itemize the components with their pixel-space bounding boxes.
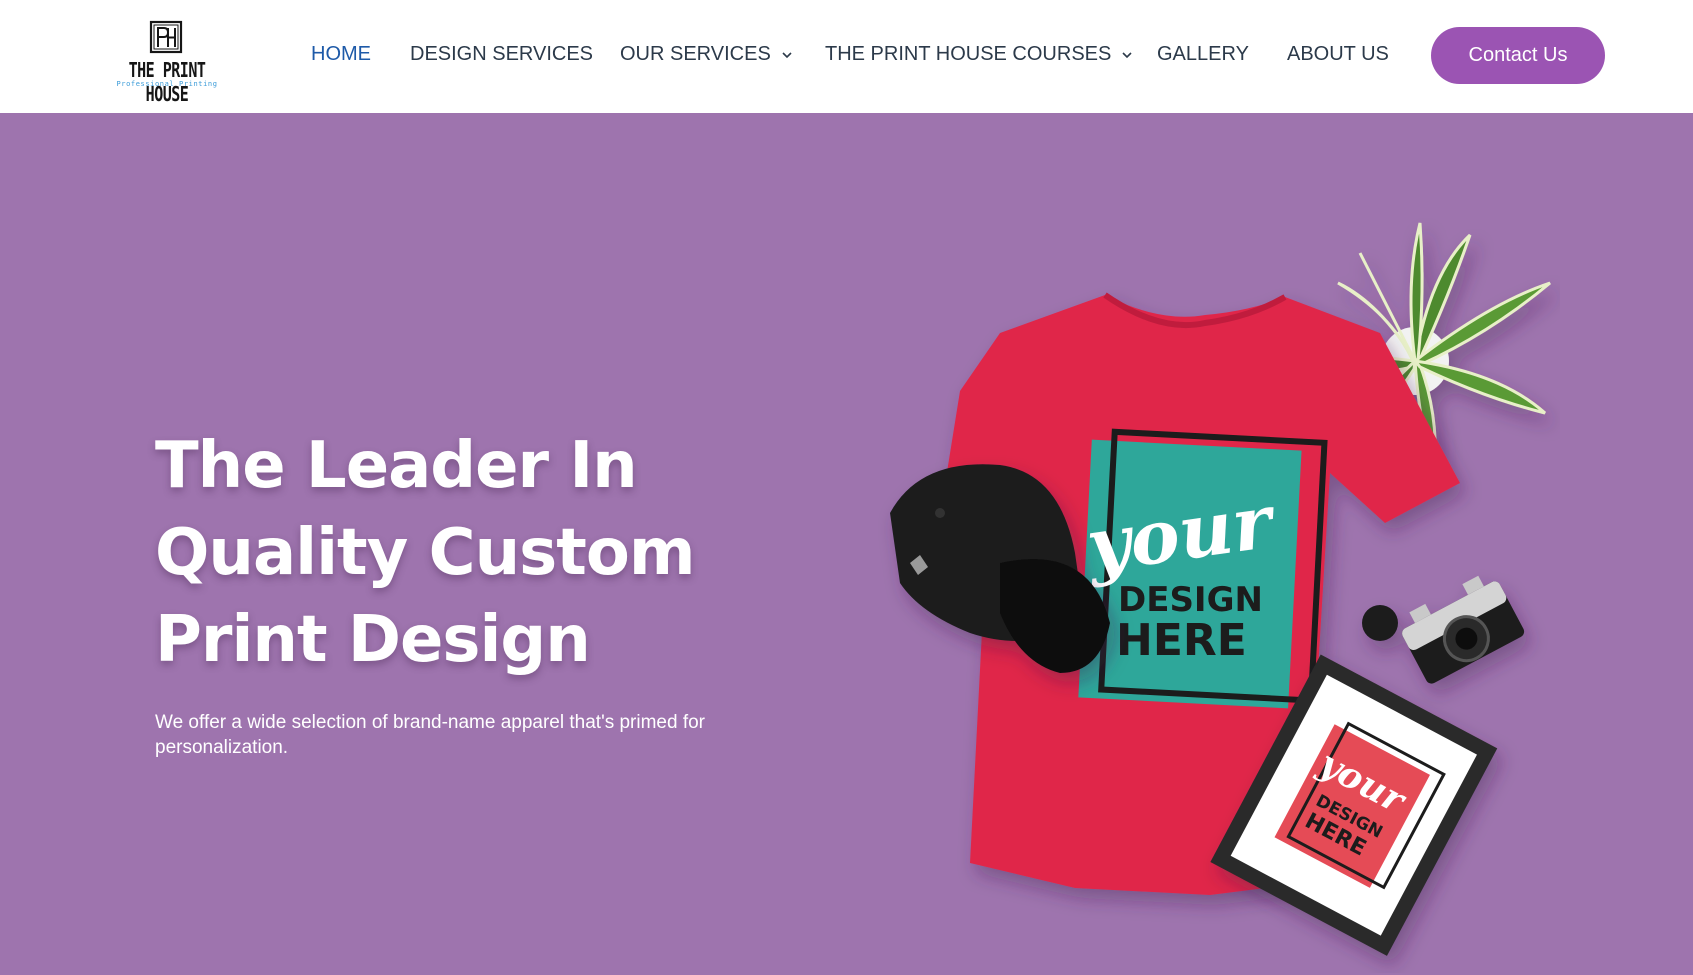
- hero-subtext: We offer a wide selection of brand-name …: [155, 712, 705, 758]
- nav-label: DESIGN SERVICES: [410, 43, 594, 65]
- ph-monogram-icon: [149, 20, 183, 54]
- nav-item-gallery[interactable]: GALLERY: [1157, 43, 1249, 66]
- nav-item-home[interactable]: HOME: [311, 43, 371, 66]
- headline-line: The Leader In: [155, 429, 638, 503]
- shirt-print-line1: DESIGN: [1118, 580, 1263, 620]
- contact-us-button[interactable]: Contact Us: [1431, 27, 1605, 84]
- shirt-print: your DESIGN HERE: [1078, 428, 1328, 709]
- camera-icon: [1362, 575, 1525, 684]
- nav-label: HOME: [311, 43, 371, 65]
- nav-item-about-us[interactable]: ABOUT US: [1287, 43, 1389, 66]
- shirt-print-line2: HERE: [1116, 615, 1247, 666]
- hero-product-image: your DESIGN HERE your DESIGN HERE: [890, 222, 1551, 956]
- headline-line: Quality Custom: [155, 516, 696, 590]
- nav-item-courses[interactable]: THE PRINT HOUSE COURSES: [825, 43, 1133, 66]
- logo-tagline: Professional Printing: [116, 80, 218, 88]
- site-header: THE PRINT HOUSE Professional Printing HO…: [0, 0, 1693, 113]
- site-logo[interactable]: THE PRINT HOUSE Professional Printing: [107, 18, 227, 107]
- nav-item-design-services[interactable]: DESIGN SERVICES: [410, 43, 593, 66]
- hero-headline: The Leader In Quality Custom Print Desig…: [155, 423, 795, 684]
- chevron-down-icon[interactable]: [1121, 49, 1133, 61]
- headline-line: Print Design: [155, 603, 591, 677]
- nav-label: OUR SERVICES: [620, 43, 771, 65]
- nav-label: GALLERY: [1157, 43, 1249, 65]
- nav-label: ABOUT US: [1287, 43, 1389, 65]
- hero-section: The Leader In Quality Custom Print Desig…: [0, 113, 1693, 975]
- chevron-down-icon[interactable]: [781, 49, 793, 61]
- nav-label: THE PRINT HOUSE COURSES: [825, 43, 1112, 65]
- nav-item-our-services[interactable]: OUR SERVICES: [620, 43, 793, 66]
